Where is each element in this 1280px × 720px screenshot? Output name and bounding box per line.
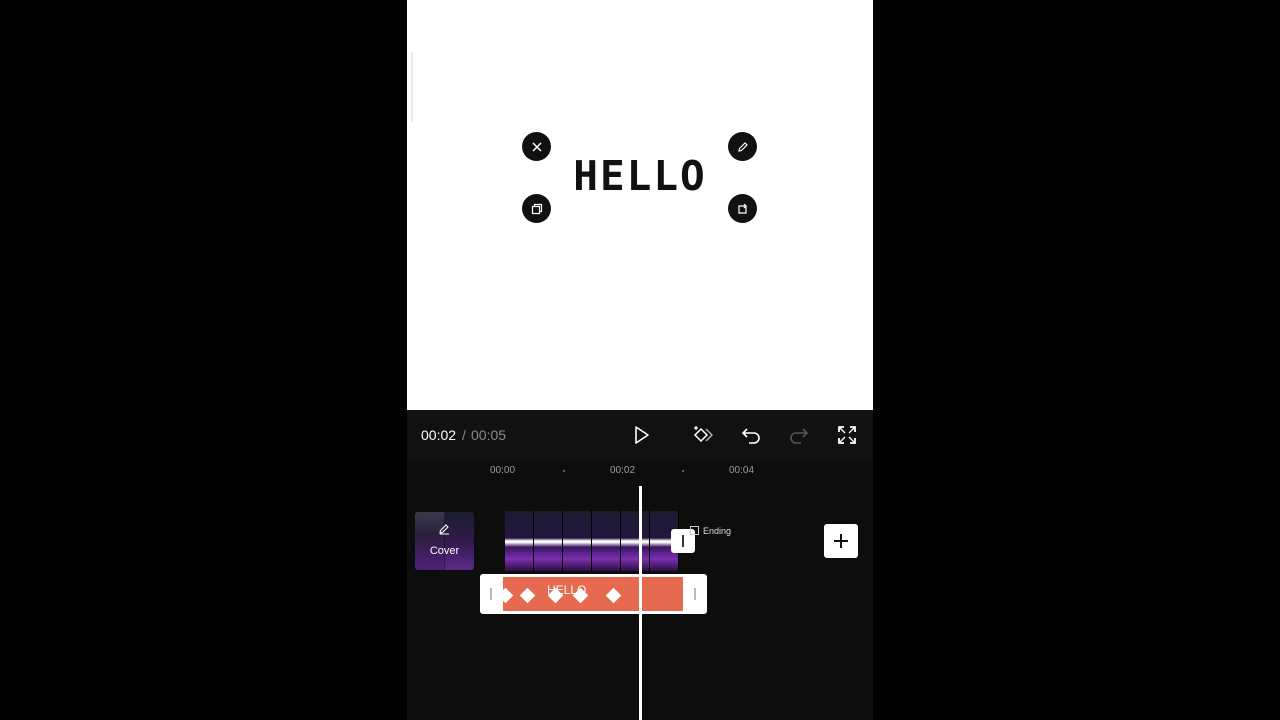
plus-icon bbox=[834, 534, 848, 548]
rotate-icon[interactable] bbox=[728, 194, 757, 223]
trim-left-handle[interactable] bbox=[490, 588, 492, 600]
text-track-body[interactable]: HELLO bbox=[497, 577, 683, 611]
time-separator: / bbox=[462, 427, 466, 443]
undo-icon bbox=[741, 428, 760, 444]
cover-button[interactable]: Cover bbox=[415, 512, 474, 570]
undo-button[interactable] bbox=[739, 423, 763, 447]
cover-thumbnail bbox=[445, 512, 474, 570]
playback-toolbar: 00:02 / 00:05 bbox=[407, 410, 873, 460]
close-icon[interactable] bbox=[522, 132, 551, 161]
ruler-dot bbox=[563, 470, 565, 472]
text-track[interactable]: HELLO bbox=[480, 574, 707, 614]
ruler-dot bbox=[682, 470, 684, 472]
time-ruler[interactable]: 00:00 00:02 00:04 bbox=[407, 460, 873, 482]
video-editor: HELLO 00:02 / 00:05 00:00 00:02 00:04 Co… bbox=[407, 0, 873, 720]
ruler-label: 00:02 bbox=[610, 465, 636, 476]
edit-icon[interactable] bbox=[728, 132, 757, 161]
keyframe-marker[interactable] bbox=[605, 587, 622, 604]
play-icon bbox=[635, 426, 649, 444]
cover-thumbnail bbox=[415, 512, 444, 570]
playhead[interactable] bbox=[639, 486, 642, 720]
keyframe-button[interactable] bbox=[691, 423, 715, 447]
cover-label: Cover bbox=[429, 545, 460, 557]
canvas-edge-mark bbox=[411, 52, 413, 122]
clip-frame bbox=[505, 511, 534, 571]
current-time: 00:02 bbox=[421, 427, 457, 443]
preview-canvas[interactable]: HELLO bbox=[407, 0, 873, 410]
ending-label[interactable]: Ending bbox=[703, 526, 731, 536]
ruler-label: 00:04 bbox=[729, 465, 755, 476]
keyframe-marker[interactable] bbox=[519, 587, 536, 604]
fullscreen-button[interactable] bbox=[835, 423, 859, 447]
keyframe-marker[interactable] bbox=[497, 587, 514, 604]
video-clip[interactable] bbox=[505, 511, 681, 571]
clip-frame bbox=[563, 511, 592, 571]
clip-frame bbox=[621, 511, 650, 571]
copy-icon[interactable] bbox=[522, 194, 551, 223]
ruler-label: 00:00 bbox=[490, 465, 516, 476]
ending-checkbox-icon[interactable] bbox=[690, 526, 699, 535]
play-button[interactable] bbox=[629, 423, 653, 447]
total-time: 00:05 bbox=[471, 427, 507, 443]
redo-button[interactable] bbox=[787, 423, 811, 447]
fullscreen-icon bbox=[838, 426, 856, 444]
clip-frame bbox=[534, 511, 563, 571]
edit-icon bbox=[439, 524, 449, 535]
trim-right-handle[interactable] bbox=[694, 588, 696, 600]
add-clip-button[interactable] bbox=[824, 524, 858, 558]
text-overlay[interactable]: HELLO bbox=[552, 152, 728, 200]
clip-frame bbox=[592, 511, 621, 571]
keyframe-icon bbox=[693, 426, 714, 443]
redo-icon bbox=[790, 428, 809, 444]
